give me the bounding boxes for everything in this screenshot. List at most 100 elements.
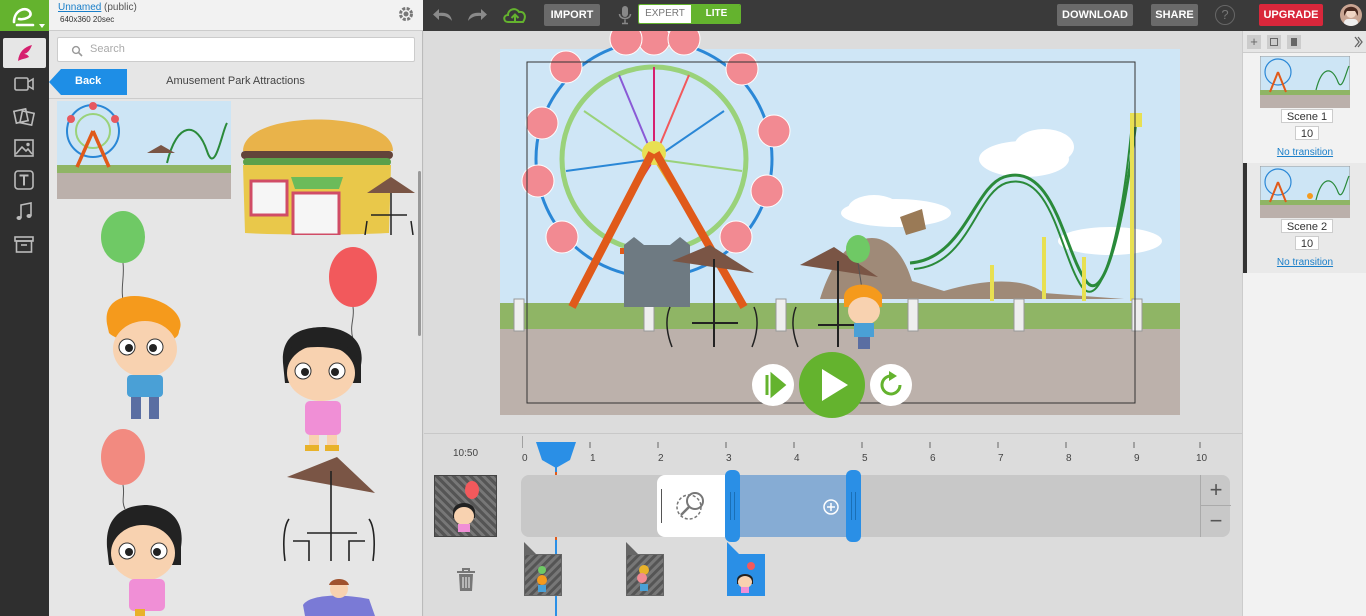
rail-characters[interactable] <box>3 38 46 68</box>
girl-with-balloon-2-thumbnail <box>101 429 182 616</box>
undo-icon[interactable] <box>432 6 456 24</box>
microphone-icon[interactable] <box>617 5 633 25</box>
download-button[interactable]: DOWNLOAD <box>1057 4 1133 26</box>
girl-with-balloon-thumbnail <box>282 247 377 451</box>
share-button[interactable]: SHARE <box>1151 4 1198 26</box>
ruler-tick-label: 8 <box>1066 453 1072 464</box>
avatar-image <box>1344 6 1358 26</box>
ruler-tick-label: 5 <box>862 453 868 464</box>
keyframe-3-thumb <box>727 542 765 596</box>
scene-1-transition-link[interactable]: No transition <box>1243 147 1366 158</box>
ruler-tick-label: 6 <box>930 453 936 464</box>
step-play-button[interactable] <box>752 364 794 406</box>
asset-girl-with-balloon-2[interactable] <box>97 429 201 616</box>
keyframe-2[interactable] <box>624 542 666 598</box>
character-icon <box>17 45 32 61</box>
project-meta: 640x360 20sec <box>60 15 115 24</box>
gear-icon[interactable] <box>397 5 415 23</box>
divider <box>49 98 422 99</box>
entrance-effect-block[interactable] <box>657 475 725 537</box>
upgrade-button[interactable]: UPGRADE <box>1259 4 1323 26</box>
replay-button[interactable] <box>870 364 912 406</box>
rail-props[interactable] <box>9 103 39 129</box>
ruler-tick-label: 3 <box>726 453 732 464</box>
keyframe-3-selected[interactable] <box>725 542 767 598</box>
keyframe-2-thumb <box>626 542 664 596</box>
cloud-upload-icon[interactable] <box>502 4 528 26</box>
add-scene-icon[interactable]: + <box>1247 35 1261 49</box>
amusement-park-thumbnail <box>57 101 231 199</box>
timeline-panel: 10:50 0 1 2 3 4 5 6 7 8 9 10 + − <box>424 433 1242 616</box>
timeline-ruler[interactable]: 0 1 2 3 4 5 6 7 8 9 10 <box>522 434 1207 470</box>
zoom-out-button[interactable]: − <box>1201 506 1231 537</box>
track-thumbnail[interactable] <box>434 475 497 537</box>
track-bar[interactable] <box>521 475 1230 537</box>
rail-music[interactable] <box>9 199 39 225</box>
app-logo[interactable] <box>0 0 49 31</box>
scene-2-transition-link[interactable]: No transition <box>1243 257 1366 268</box>
trash-icon[interactable] <box>454 567 478 593</box>
asset-boy-in-plane[interactable] <box>299 575 379 616</box>
asset-burger-shop[interactable] <box>239 101 417 235</box>
archive-icon <box>14 236 34 253</box>
scene-1-label: Scene 1 <box>1281 109 1333 123</box>
collapse-panel-icon[interactable] <box>1353 36 1363 48</box>
help-button[interactable]: ? <box>1215 5 1235 25</box>
burger-shop-thumbnail <box>241 119 415 235</box>
library-title: Amusement Park Attractions <box>166 75 305 87</box>
keyframe-1[interactable] <box>522 542 564 598</box>
zoom-in-button[interactable]: + <box>1201 475 1231 506</box>
music-note-icon <box>16 202 32 220</box>
ruler-tick-label: 9 <box>1134 453 1140 464</box>
expert-mode-button[interactable]: EXPERT <box>639 5 691 23</box>
back-button[interactable]: Back <box>49 69 127 95</box>
top-bar: Unnamed (public) 640x360 20sec IMPORT EX… <box>0 0 1366 31</box>
zoom-effect-icon <box>676 492 704 520</box>
search-box[interactable]: Search <box>57 37 415 62</box>
lite-mode-button[interactable]: LITE <box>691 5 740 23</box>
scene-2-thumbnail <box>1260 166 1350 218</box>
scene-2-label: Scene 2 <box>1281 219 1333 233</box>
library-scrollbar[interactable] <box>418 171 421 336</box>
girl-balloon-icon <box>453 481 479 532</box>
rail-backgrounds[interactable] <box>9 135 39 161</box>
keyframe-1-thumb <box>524 542 562 596</box>
ruler-tick-label: 10 <box>1196 453 1208 464</box>
duplicate-scene-icon[interactable] <box>1267 35 1281 49</box>
scene-1-duration[interactable]: 10 <box>1295 126 1319 140</box>
project-name-link[interactable]: Unnamed <box>58 2 101 13</box>
user-avatar[interactable] <box>1340 4 1362 26</box>
rail-video[interactable] <box>9 71 39 97</box>
text-icon <box>14 170 34 190</box>
search-input[interactable]: Search <box>90 43 125 55</box>
scene-item-1[interactable]: Scene 1 10 No transition <box>1243 53 1366 163</box>
import-button[interactable]: IMPORT <box>544 4 600 26</box>
ruler-tick-label: 4 <box>794 453 800 464</box>
zoom-controls: + − <box>1200 475 1231 537</box>
rail-templates[interactable] <box>9 231 39 257</box>
delete-scene-icon[interactable] <box>1287 35 1301 49</box>
scene-2-duration[interactable]: 10 <box>1295 236 1319 250</box>
category-rail <box>0 31 49 616</box>
umbrella-table-thumbnail <box>283 457 375 562</box>
mode-toggle: EXPERT LITE <box>638 4 741 24</box>
video-camera-icon <box>14 77 34 91</box>
rail-text[interactable] <box>9 167 39 193</box>
asset-umbrella-table[interactable] <box>277 457 381 565</box>
block-end-handle[interactable] <box>846 470 861 542</box>
boy-in-plane-thumbnail <box>303 579 375 616</box>
stage-area <box>424 22 1242 433</box>
time-readout: 10:50 <box>453 448 479 459</box>
action-block[interactable] <box>725 475 853 537</box>
scene-canvas[interactable] <box>424 22 1242 433</box>
redo-icon[interactable] <box>464 6 488 24</box>
play-button[interactable] <box>799 352 865 418</box>
scene-item-2-selected[interactable]: Scene 2 10 No transition <box>1243 163 1366 273</box>
asset-amusement-park-background[interactable] <box>57 101 231 199</box>
asset-girl-with-balloon[interactable] <box>277 247 385 453</box>
asset-boy-with-balloon[interactable] <box>97 209 201 421</box>
ruler-tick-label: 1 <box>590 453 596 464</box>
block-start-handle[interactable] <box>725 470 740 542</box>
ruler-tick-label: 7 <box>998 453 1004 464</box>
logo-icon <box>12 8 45 28</box>
